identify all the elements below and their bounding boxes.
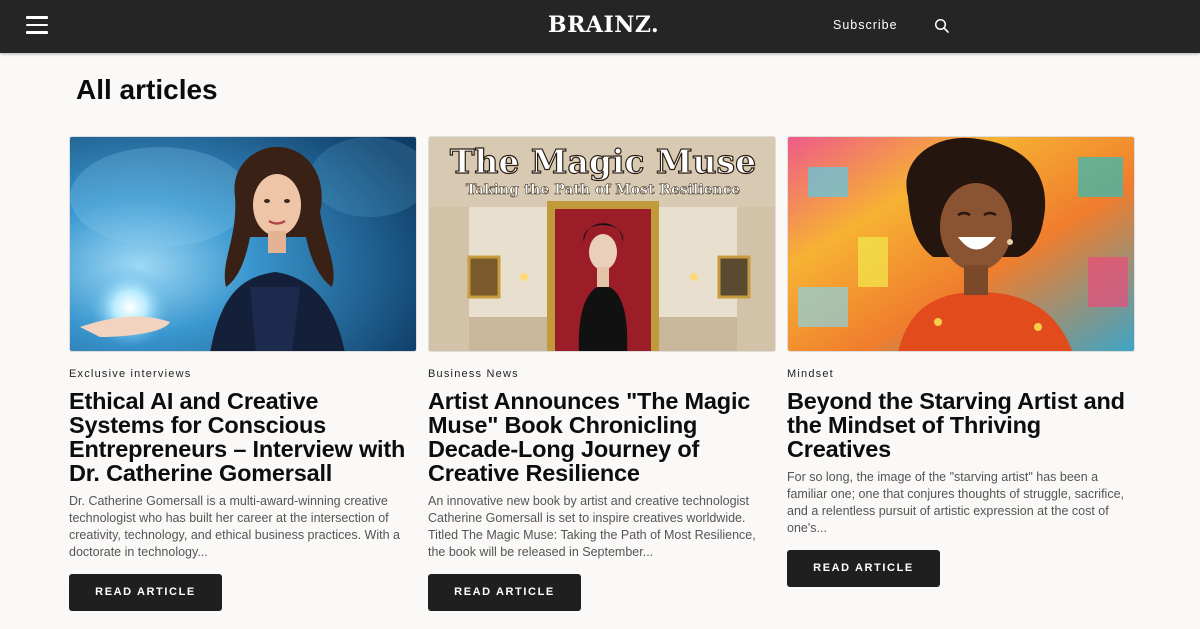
subscribe-link[interactable]: Subscribe [833,18,898,32]
article-headline[interactable]: Artist Announces "The Magic Muse" Book C… [428,389,776,485]
article-headline[interactable]: Ethical AI and Creative Systems for Cons… [69,389,417,485]
article-excerpt: An innovative new book by artist and cre… [428,494,756,559]
article-headline[interactable]: Beyond the Starving Artist and the Minds… [787,389,1135,461]
read-article-button[interactable]: READ ARTICLE [787,550,940,587]
top-navigation-bar: BRAINZ. Subscribe [0,0,1200,53]
page-title: All articles [76,74,218,105]
search-icon[interactable] [934,18,950,34]
hamburger-menu-icon[interactable] [26,16,48,34]
image-subtitle-text: Taking the Path of Most Resilience [466,182,740,198]
article-excerpt: Dr. Catherine Gomersall is a multi-award… [69,494,400,559]
article-category[interactable]: Mindset [787,368,1135,380]
article-excerpt: For so long, the image of the "starving … [787,470,1124,535]
article-image[interactable]: The Magic Muse Taking the Path of Most R… [428,136,776,352]
brand-logo[interactable]: BRAINZ. [548,12,659,38]
article-image[interactable] [69,136,417,352]
article-image[interactable] [787,136,1135,352]
read-article-button[interactable]: READ ARTICLE [69,574,222,611]
article-category[interactable]: Business News [428,368,776,380]
image-title-text: The Magic Muse [450,142,756,181]
read-article-button[interactable]: READ ARTICLE [428,574,581,611]
article-category[interactable]: Exclusive interviews [69,368,417,380]
article-card: Mindset Beyond the Starving Artist and t… [787,136,1135,587]
article-card: Exclusive interviews Ethical AI and Crea… [69,136,417,611]
article-card: The Magic Muse Taking the Path of Most R… [428,136,776,611]
